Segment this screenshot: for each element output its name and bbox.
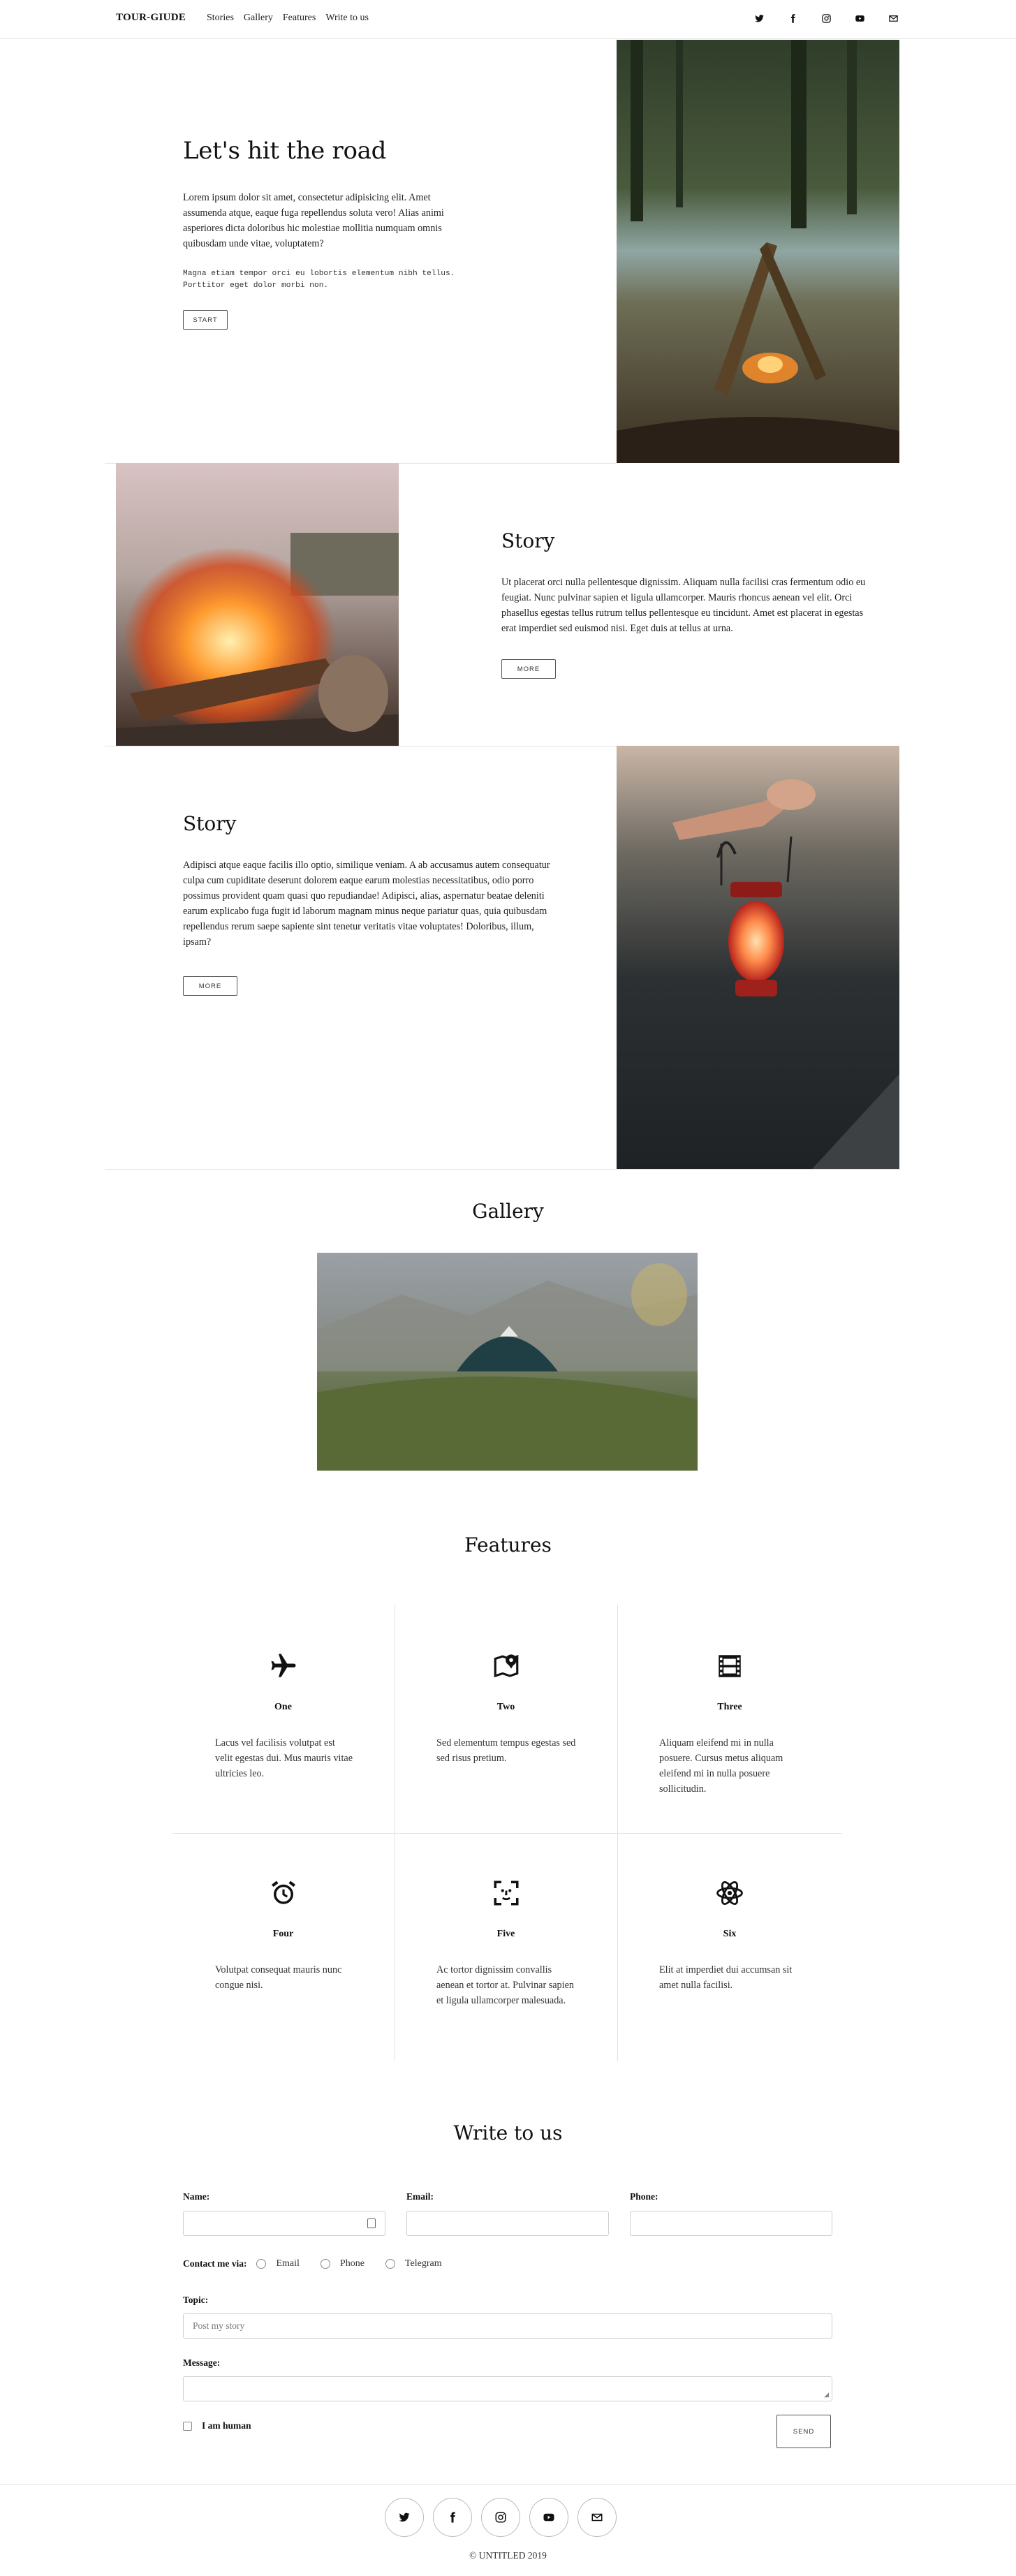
email-label: Email:: [406, 2191, 434, 2202]
story1-more-button[interactable]: MORE: [501, 659, 556, 679]
phone-field[interactable]: [630, 2211, 832, 2236]
story2-title: Story: [183, 812, 237, 835]
checkbox[interactable]: [183, 2421, 192, 2431]
radio-email[interactable]: Email: [256, 2258, 300, 2269]
topic-field[interactable]: Post my story: [183, 2313, 832, 2339]
nav-stories[interactable]: Stories: [207, 13, 234, 24]
bonfire-photo: [116, 463, 399, 746]
feature-card: Five Ac tortor dignissim convallis aenea…: [395, 1878, 617, 2060]
radio-telegram[interactable]: Telegram: [385, 2258, 442, 2269]
story1-text: Ut placerat orci nulla pellentesque dign…: [501, 577, 866, 634]
radio-email-label: Email: [276, 2258, 300, 2269]
feature-card: Four Volutpat consequat mauris nunc cong…: [172, 1878, 395, 2060]
feature-title: Two: [496, 1702, 515, 1712]
contact-card-icon: [367, 2218, 376, 2228]
grid-line: [172, 1833, 842, 1834]
footer-twitter-icon[interactable]: [385, 2498, 424, 2537]
message-label: Message:: [183, 2357, 221, 2368]
start-button[interactable]: START: [183, 310, 228, 330]
nav-gallery[interactable]: Gallery: [244, 13, 273, 24]
resize-handle-icon[interactable]: ◢: [824, 2392, 829, 2398]
feature-text: Ac tortor dignissim convallis aenean et …: [436, 1964, 574, 2006]
story2-more-button[interactable]: MORE: [183, 976, 237, 996]
radio-circle[interactable]: [385, 2259, 395, 2269]
main-nav: Stories Gallery Features Write to us: [207, 13, 369, 24]
youtube-icon[interactable]: [853, 12, 866, 24]
feature-text: Aliquam eleifend mi in nulla posuere. Cu…: [659, 1737, 783, 1795]
contact-via-label: Contact me via:: [183, 2258, 247, 2269]
name-field[interactable]: [183, 2211, 385, 2236]
radio-telegram-label: Telegram: [404, 2258, 442, 2269]
phone-label: Phone:: [630, 2191, 658, 2202]
feature-title: Six: [723, 1929, 737, 1939]
footer-facebook-icon[interactable]: [433, 2498, 472, 2537]
feature-text: Volutpat consequat mauris nunc congue ni…: [215, 1964, 342, 1991]
human-label: I am human: [202, 2420, 251, 2431]
nav-write-to-us[interactable]: Write to us: [325, 13, 369, 24]
feature-title: Three: [717, 1702, 742, 1712]
feature-title: One: [274, 1702, 292, 1712]
radio-phone-label: Phone: [339, 2258, 365, 2269]
airplane-icon: [172, 1651, 395, 1681]
copyright: © UNTITLED 2019: [469, 2550, 547, 2561]
brand-logo[interactable]: TOUR-GIUDE: [116, 12, 186, 24]
campfire-forest-photo: [617, 40, 899, 463]
atom-icon: [617, 1878, 842, 1908]
feature-title: Four: [272, 1929, 294, 1939]
feature-title: Five: [496, 1929, 515, 1939]
feature-text: Sed elementum tempus egestas sed sed ris…: [436, 1737, 576, 1764]
twitter-icon[interactable]: [753, 12, 765, 24]
divider: [105, 1169, 901, 1170]
face-id-icon: [395, 1878, 617, 1908]
radio-phone[interactable]: Phone: [320, 2258, 365, 2269]
radio-circle[interactable]: [256, 2259, 267, 2269]
name-label: Name:: [183, 2191, 210, 2202]
map-pin-icon: [395, 1651, 617, 1681]
footer-youtube-icon[interactable]: [529, 2498, 568, 2537]
feature-card: Three Aliquam eleifend mi in nulla posue…: [617, 1651, 842, 1833]
human-check[interactable]: I am human: [183, 2420, 251, 2431]
feature-text: Lacus vel facilisis volutpat est velit e…: [215, 1737, 353, 1779]
mail-icon[interactable]: [887, 12, 899, 24]
send-button[interactable]: SEND: [776, 2415, 831, 2448]
facebook-icon[interactable]: [786, 12, 799, 24]
message-textarea[interactable]: ◢: [183, 2376, 832, 2401]
hero-text: Lorem ipsum dolor sit amet, consectetur …: [183, 192, 444, 249]
nav-features[interactable]: Features: [283, 13, 316, 24]
hero-title: Let's hit the road: [183, 137, 387, 165]
contact-method-group: Contact me via: Email Phone Telegram: [183, 2258, 463, 2269]
instagram-icon[interactable]: [820, 12, 832, 24]
feature-card: Two Sed elementum tempus egestas sed sed…: [395, 1651, 617, 1833]
feature-text: Elit at imperdiet dui accumsan sit amet …: [659, 1964, 793, 1991]
footer-mail-icon[interactable]: [577, 2498, 617, 2537]
radio-circle[interactable]: [320, 2259, 330, 2269]
feature-card: Six Elit at imperdiet dui accumsan sit a…: [617, 1878, 842, 2060]
footer-divider: [0, 2484, 1016, 2485]
header-social-links: [753, 12, 899, 24]
email-field[interactable]: [406, 2211, 609, 2236]
top-navbar: TOUR-GIUDE Stories Gallery Features Writ…: [0, 0, 1016, 39]
gallery-title: Gallery: [472, 1200, 544, 1223]
story1-title: Story: [501, 529, 555, 552]
features-title: Features: [464, 1533, 552, 1556]
footer-instagram-icon[interactable]: [481, 2498, 520, 2537]
story2-text: Adipisci atque eaque facilis illo optio,…: [183, 860, 550, 948]
hero-mono-text: Magna etiam tempor orci eu lobortis elem…: [183, 270, 455, 290]
lantern-photo: [617, 746, 899, 1169]
film-icon: [617, 1651, 842, 1681]
feature-card: One Lacus vel facilisis volutpat est vel…: [172, 1651, 395, 1833]
contact-title: Write to us: [453, 2121, 563, 2144]
tent-mountain-photo[interactable]: [317, 1253, 698, 1471]
alarm-clock-icon: [172, 1878, 395, 1908]
topic-label: Topic:: [183, 2295, 209, 2305]
